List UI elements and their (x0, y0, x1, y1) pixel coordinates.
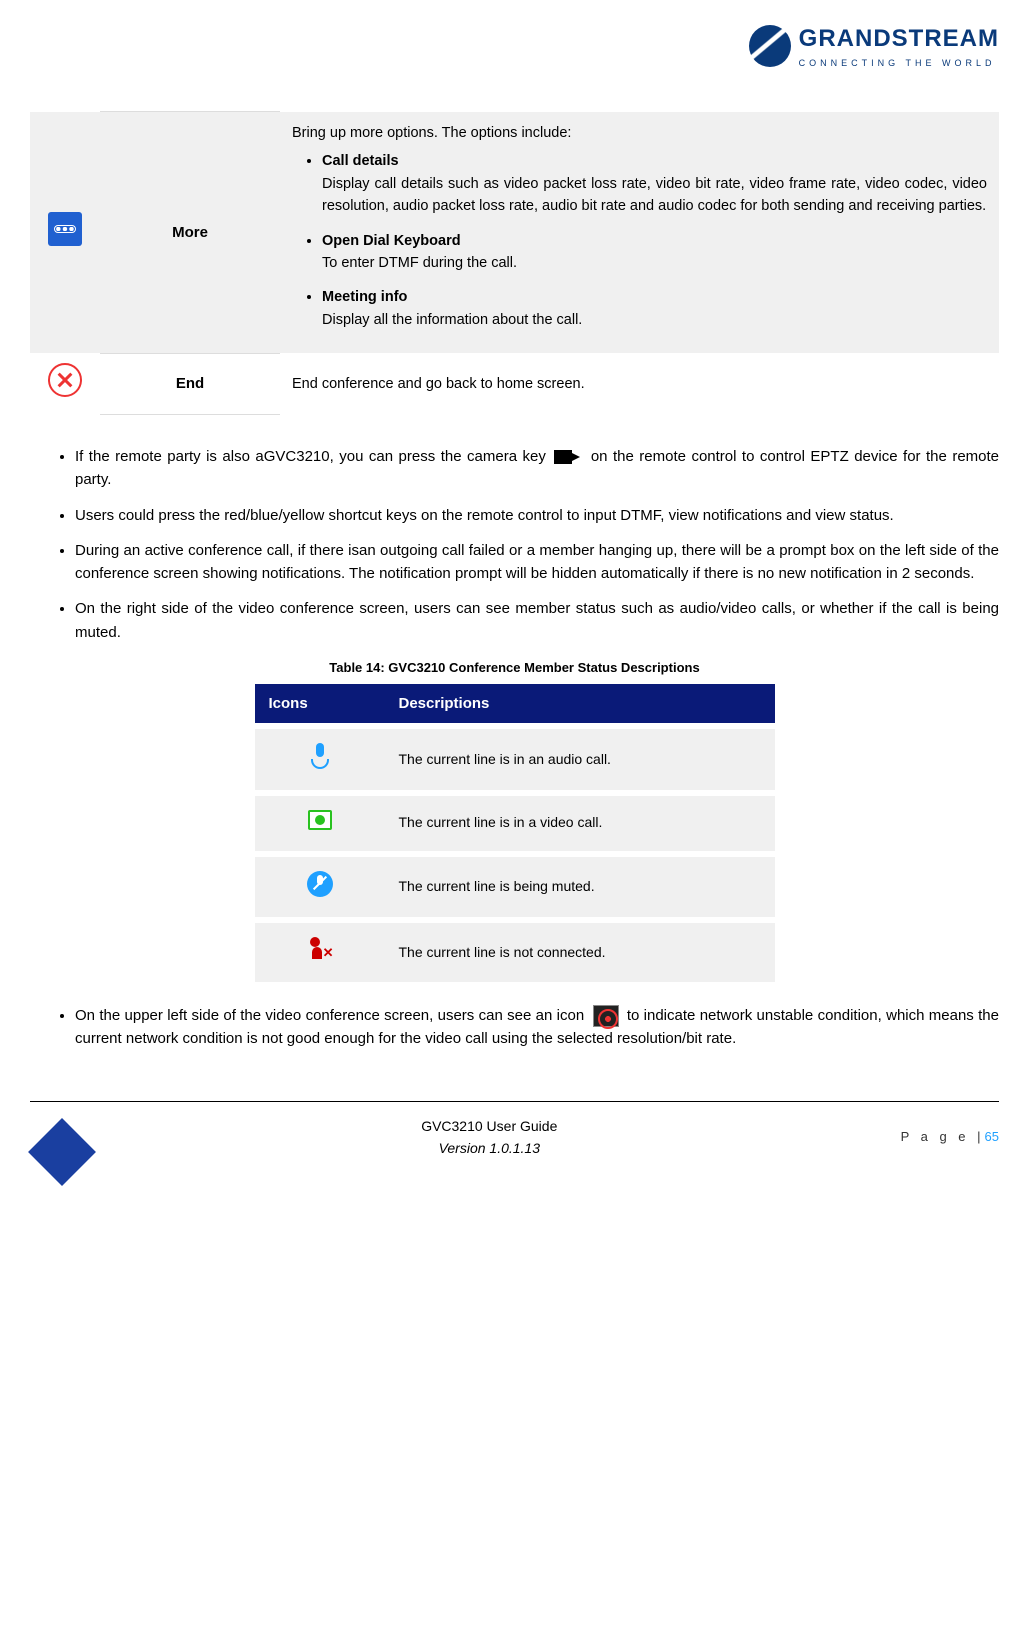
mute-icon (307, 871, 333, 897)
option-row-end: End End conference and go back to home s… (30, 353, 999, 414)
status-desc-muted: The current line is being muted. (385, 854, 775, 921)
more-icon-cell (30, 112, 100, 354)
disconnected-icon: ✕ (308, 937, 332, 961)
footer-doc-version: Version 1.0.1.13 (78, 1138, 901, 1160)
logo-swoosh-icon (749, 25, 791, 67)
bullet-remote-camera: If the remote party is also aGVC3210, yo… (75, 445, 999, 492)
more-intro: Bring up more options. The options inclu… (292, 122, 987, 144)
opt-meeting-info-title: Meeting info (322, 286, 987, 308)
body-bullet-list: If the remote party is also aGVC3210, yo… (30, 445, 999, 644)
opt-dial-kb-title: Open Dial Keyboard (322, 230, 987, 252)
video-icon (308, 810, 332, 830)
more-icon (48, 212, 82, 246)
camera-icon (554, 448, 582, 466)
bullet-network-unstable: On the upper left side of the video conf… (75, 1004, 999, 1051)
status-header-icons: Icons (255, 684, 385, 726)
status-row-disconnected: ✕ The current line is not connected. (255, 920, 775, 982)
status-row-muted: The current line is being muted. (255, 854, 775, 921)
status-row-video: The current line is in a video call. (255, 793, 775, 854)
bullet-member-status: On the right side of the video conferenc… (75, 597, 999, 644)
page-footer: GVC3210 User Guide Version 1.0.1.13 P a … (30, 1114, 999, 1192)
bullet-notification: During an active conference call, if the… (75, 539, 999, 586)
status-row-audio: The current line is in an audio call. (255, 726, 775, 793)
bullet-shortcut-keys: Users could press the red/blue/yellow sh… (75, 504, 999, 527)
status-desc-disconnected: The current line is not connected. (385, 920, 775, 982)
footer-page: P a g e |65 (901, 1127, 999, 1147)
status-desc-audio: The current line is in an audio call. (385, 726, 775, 793)
opt-call-details-title: Call details (322, 150, 987, 172)
body-bullet-list-2: On the upper left side of the video conf… (30, 1004, 999, 1051)
opt-call-details-desc: Display call details such as video packe… (322, 176, 987, 214)
end-icon-cell (30, 353, 100, 414)
end-icon (48, 363, 82, 397)
brand-tagline: CONNECTING THE WORLD (799, 57, 999, 71)
more-label: More (100, 112, 280, 354)
brand-logo: GRANDSTREAM CONNECTING THE WORLD (749, 20, 999, 71)
status-table-caption: Table 14: GVC3210 Conference Member Stat… (30, 658, 999, 678)
options-table: More Bring up more options. The options … (30, 111, 999, 415)
footer-doc-title: GVC3210 User Guide (78, 1116, 901, 1138)
end-description: End conference and go back to home scree… (280, 353, 999, 414)
footer-rule (30, 1101, 999, 1102)
header-logo: GRANDSTREAM CONNECTING THE WORLD (30, 20, 999, 71)
status-table: Icons Descriptions The current line is i… (255, 684, 775, 982)
network-unstable-icon (593, 1005, 619, 1027)
opt-meeting-info-desc: Display all the information about the ca… (322, 312, 582, 328)
brand-name: GRANDSTREAM (799, 20, 999, 57)
status-desc-video: The current line is in a video call. (385, 793, 775, 854)
option-row-more: More Bring up more options. The options … (30, 112, 999, 354)
status-header-desc: Descriptions (385, 684, 775, 726)
end-label: End (100, 353, 280, 414)
mic-icon (309, 743, 331, 769)
opt-dial-kb-desc: To enter DTMF during the call. (322, 255, 517, 271)
more-description: Bring up more options. The options inclu… (280, 112, 999, 354)
